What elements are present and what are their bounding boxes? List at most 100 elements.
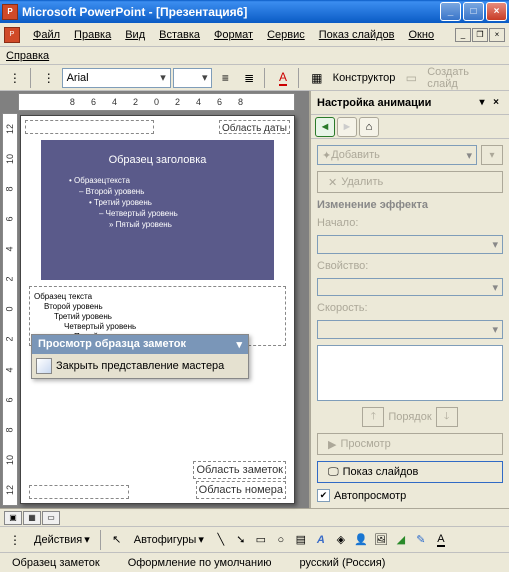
main-area: 864202468 12108642024681012 Область даты… bbox=[0, 91, 509, 508]
menu-view[interactable]: Вид bbox=[118, 27, 152, 43]
wordart-icon[interactable]: A bbox=[312, 531, 330, 549]
menu-tools[interactable]: Сервис bbox=[260, 27, 312, 43]
menu-insert[interactable]: Вставка bbox=[152, 27, 207, 43]
change-effect-label: Изменение эффекта bbox=[317, 199, 503, 211]
close-master-icon bbox=[36, 358, 52, 374]
pane-header: Настройка анимации ▾ × bbox=[311, 91, 509, 115]
textbox-icon[interactable]: ▤ bbox=[292, 531, 310, 549]
menu-format[interactable]: Формат bbox=[207, 27, 260, 43]
font-size-select[interactable] bbox=[173, 68, 213, 88]
animation-task-pane: Настройка анимации ▾ × ◄ ► ⌂ ✦ Добавить … bbox=[309, 91, 509, 508]
close-master-button[interactable]: Закрыть представление мастера bbox=[56, 360, 224, 372]
diagram-icon[interactable]: ◈ bbox=[332, 531, 350, 549]
select-icon[interactable]: ↖ bbox=[108, 531, 126, 549]
order-up-icon: 🡑 bbox=[362, 407, 384, 427]
autoshapes-menu[interactable]: Автофигуры ▾ bbox=[128, 530, 210, 550]
bullets-icon[interactable]: ≡ bbox=[214, 67, 236, 89]
minimize-button[interactable]: _ bbox=[440, 2, 461, 21]
arrow-icon[interactable]: ➘ bbox=[232, 531, 250, 549]
clipart-icon[interactable]: 👤 bbox=[352, 531, 370, 549]
doc-close-button[interactable]: × bbox=[489, 28, 505, 42]
checkbox-icon: ✔ bbox=[317, 489, 330, 502]
preview-button: ▶ Просмотр bbox=[317, 433, 503, 455]
editor-area: 864202468 12108642024681012 Область даты… bbox=[0, 91, 309, 508]
status-master: Образец заметок bbox=[8, 557, 104, 569]
speed-label: Скорость: bbox=[317, 302, 503, 314]
picture-icon[interactable]: 🖼 bbox=[372, 531, 390, 549]
doc-restore-button[interactable]: ❐ bbox=[472, 28, 488, 42]
slide-body-placeholder: • Образецтекста – Второй уровень • Трети… bbox=[49, 176, 266, 229]
menu-slideshow[interactable]: Показ слайдов bbox=[312, 27, 402, 43]
start-dropdown bbox=[317, 235, 503, 254]
menu-help[interactable]: Справка bbox=[6, 50, 49, 62]
speed-dropdown bbox=[317, 320, 503, 339]
formatting-toolbar: ⋮ ⋮ Arial ≡ ≣ A ▦ Конструктор ▭ Создать … bbox=[0, 65, 509, 91]
status-bar: Образец заметок Оформление по умолчанию … bbox=[0, 552, 509, 572]
view-buttons-bar: ▣ ▦ ▭ bbox=[0, 508, 509, 526]
toolbar-handle-icon[interactable]: ⋮ bbox=[4, 67, 26, 89]
nav-forward-icon: ► bbox=[337, 117, 357, 137]
vertical-ruler: 12108642024681012 bbox=[2, 113, 18, 506]
slide-preview[interactable]: Образец заголовка • Образецтекста – Втор… bbox=[41, 140, 274, 280]
new-slide-icon: ▭ bbox=[400, 67, 422, 89]
draw-handle-icon[interactable]: ⋮ bbox=[4, 529, 26, 551]
status-design: Оформление по умолчанию bbox=[124, 557, 276, 569]
font-select[interactable]: Arial bbox=[62, 68, 171, 88]
remove-effect-button: ✕ Удалить bbox=[317, 171, 503, 193]
menu-file[interactable]: Файл bbox=[26, 27, 67, 43]
master-toolbar-title[interactable]: Просмотр образца заметок bbox=[32, 335, 248, 354]
menu-bar: P Файл Правка Вид Вставка Формат Сервис … bbox=[0, 23, 509, 47]
add-effect-dropdown: ✦ Добавить bbox=[317, 145, 477, 165]
title-bar: P Microsoft PowerPoint - [Презентация6] … bbox=[0, 0, 509, 23]
app-icon: P bbox=[2, 4, 18, 20]
pane-nav: ◄ ► ⌂ bbox=[311, 115, 509, 139]
line-icon[interactable]: ╲ bbox=[212, 531, 230, 549]
slideshow-view-icon[interactable]: ▭ bbox=[42, 511, 60, 525]
effects-listbox[interactable] bbox=[317, 345, 503, 401]
actions-menu[interactable]: Действия ▾ bbox=[28, 530, 96, 550]
add-effect-more-button: ▾ bbox=[481, 145, 503, 165]
number-placeholder[interactable]: Область номера bbox=[196, 481, 286, 499]
property-dropdown bbox=[317, 278, 503, 297]
footer-placeholder[interactable] bbox=[29, 485, 129, 499]
oval-icon[interactable]: ○ bbox=[272, 531, 290, 549]
font-color-icon[interactable]: A bbox=[272, 67, 294, 89]
order-down-icon: 🡓 bbox=[436, 407, 458, 427]
slide-title-placeholder: Образец заголовка bbox=[49, 154, 266, 166]
numbering-icon[interactable]: ≣ bbox=[238, 67, 260, 89]
pane-menu-icon[interactable]: ▾ bbox=[475, 96, 489, 110]
menu-window[interactable]: Окно bbox=[402, 27, 442, 43]
master-view-toolbar[interactable]: Просмотр образца заметок Закрыть предста… bbox=[31, 334, 249, 379]
maximize-button[interactable]: □ bbox=[463, 2, 484, 21]
autopreview-checkbox[interactable]: ✔ Автопросмотр bbox=[317, 489, 503, 502]
toolbar-handle2-icon[interactable]: ⋮ bbox=[38, 67, 60, 89]
designer-button[interactable]: Конструктор bbox=[330, 72, 399, 84]
notes-area-label[interactable]: Область заметок bbox=[193, 461, 286, 479]
help-bar: Справка bbox=[0, 47, 509, 65]
pane-close-icon[interactable]: × bbox=[489, 96, 503, 110]
rectangle-icon[interactable]: ▭ bbox=[252, 531, 270, 549]
slideshow-button[interactable]: 🖵 Показ слайдов bbox=[317, 461, 503, 483]
line-color-icon[interactable]: ✎ bbox=[412, 531, 430, 549]
status-language[interactable]: русский (Россия) bbox=[295, 557, 389, 569]
horizontal-ruler: 864202468 bbox=[18, 93, 295, 111]
normal-view-icon[interactable]: ▣ bbox=[4, 511, 22, 525]
new-slide-button: Создать слайд bbox=[424, 66, 505, 90]
font-color2-icon[interactable]: A bbox=[432, 531, 450, 549]
title-text: Microsoft PowerPoint - [Презентация6] bbox=[22, 5, 440, 19]
header-placeholder[interactable] bbox=[25, 120, 154, 134]
sorter-view-icon[interactable]: ▦ bbox=[23, 511, 41, 525]
start-label: Начало: bbox=[317, 217, 503, 229]
fill-color-icon[interactable]: ◢ bbox=[392, 531, 410, 549]
nav-home-icon[interactable]: ⌂ bbox=[359, 117, 379, 137]
date-placeholder[interactable]: Область даты bbox=[219, 120, 290, 134]
notes-master-canvas[interactable]: Область даты Образец заголовка • Образец… bbox=[20, 115, 295, 504]
nav-back-icon[interactable]: ◄ bbox=[315, 117, 335, 137]
doc-minimize-button[interactable]: _ bbox=[455, 28, 471, 42]
menu-edit[interactable]: Правка bbox=[67, 27, 118, 43]
designer-icon[interactable]: ▦ bbox=[306, 67, 328, 89]
drawing-toolbar: ⋮ Действия ▾ ↖ Автофигуры ▾ ╲ ➘ ▭ ○ ▤ A … bbox=[0, 526, 509, 552]
document-icon: P bbox=[4, 27, 20, 43]
pane-title: Настройка анимации bbox=[317, 97, 475, 109]
close-button[interactable]: × bbox=[486, 2, 507, 21]
